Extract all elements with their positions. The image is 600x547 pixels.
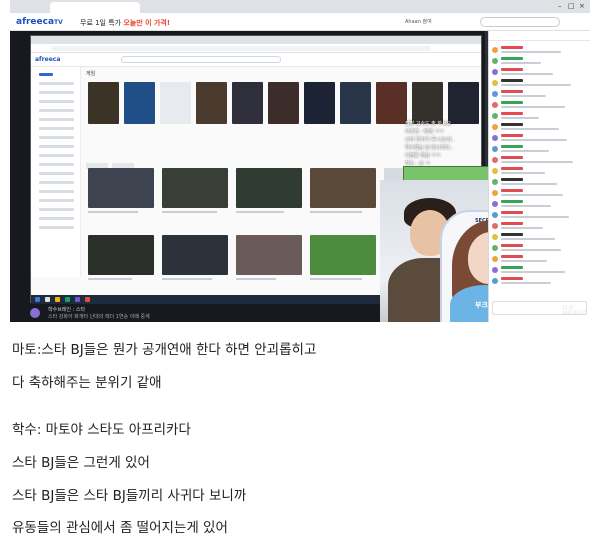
game-card [448,82,479,124]
video-thumb [162,168,228,208]
video-thumb [236,235,302,275]
thumb-caption [162,278,212,280]
chat-message [492,78,587,89]
header-user-link[interactable]: Ahaan 참여 [405,18,432,25]
caption-line: 유동들의 관심에서 좀 떨어지는게 있어 [12,520,228,536]
inner-sidebar [31,67,81,277]
overlay-chat-line: 학수형님 날 안나와다.. [405,145,453,151]
caption-line: 스타 BJ들은 그런게 있어 [12,455,150,471]
avatar[interactable] [30,308,40,318]
caption-line: 다 축하해주는 분위기 같애 [12,375,162,391]
overlay-chat: 잡할 교수도 출 하세요 이주진 : 뭐래 ㅋㅋ 스타 라이가 꼭 나오셔.. … [405,120,485,168]
overlay-chat-line: 스타 라이가 꼭 나오셔.. [405,137,455,143]
chat-message [492,188,587,199]
chat-message [492,122,587,133]
chat-message [492,221,587,232]
chat-message [492,100,587,111]
site-header: afreecaTV 무료 1일 특가 오늘만 이 가격! Ahaan 참여 [10,13,590,31]
chat-message [492,265,587,276]
video-thumb [310,235,376,275]
game-card [160,82,191,124]
channel-name[interactable]: 학수브레인 : 스타 [48,306,85,313]
category-title: 게임 [86,71,96,77]
broadcast-title: 스타 강화아 화개터 난대의 레더 1연승 이때 중계 [48,314,150,320]
promo-text: 무료 1일 특가 [80,19,124,27]
overlay-chat-line: 이영호 해설 ㅋㅋ [405,153,441,159]
chat-header [489,31,590,41]
chat-message [492,67,587,78]
clock-date: 2021-04-27 [562,310,586,315]
game-card [196,82,227,124]
video-thumb [88,168,154,208]
chat-message [492,166,587,177]
chat-panel [488,31,590,322]
video-thumb [88,235,154,275]
thumb-caption [88,211,138,213]
inner-address-bar [31,44,481,53]
chat-message [492,111,587,122]
sub-tabs [86,154,146,169]
video-thumb [236,168,302,208]
inner-tab-bar [31,36,481,44]
close-icon[interactable]: × [579,2,585,10]
caption-line: 스타 BJ들은 스타 BJ들끼리 사귀다 보니까 [12,488,247,504]
game-card [376,82,407,124]
inner-site-header: afreeca [31,53,481,67]
header-search-input[interactable] [480,17,560,27]
game-card [232,82,263,124]
chat-message [492,56,587,67]
game-card [304,82,335,124]
chat-message [492,276,587,287]
chat-message [492,89,587,100]
chat-message [492,254,587,265]
overlay-chat-line: 이주진 : 뭐래 ㅋㅋ [405,129,444,135]
afreeca-logo[interactable]: afreecaTV [16,17,63,27]
chat-message [492,155,587,166]
inner-logo: afreeca [35,56,61,63]
thumb-caption [310,211,362,213]
chat-message [492,45,587,56]
thumb-caption [310,278,362,280]
chat-message [492,199,587,210]
thumb-caption [236,211,284,213]
logo-sup: TV [54,19,63,26]
thumb-caption [236,278,276,280]
chat-message [492,210,587,221]
caption-line: 마토:스타 BJ들은 뭔가 공개연애 한다 하면 안괴롭히고 [12,342,317,358]
chat-message [492,177,587,188]
video-thumb [310,168,376,208]
thumb-caption [162,211,217,213]
thumb-caption [88,278,132,280]
maximize-icon[interactable]: □ [568,2,575,10]
chat-list[interactable] [492,45,587,287]
chat-message [492,133,587,144]
browser-tab-bar: – □ × [10,0,590,13]
stream-screenshot: – □ × afreecaTV 무료 1일 특가 오늘만 이 가격! Ahaan… [10,0,590,322]
logo-text: afreeca [16,17,55,27]
chat-message [492,243,587,254]
video-thumb [162,235,228,275]
system-clock: 12:16 2021-04-27 [562,305,585,315]
caption-line: 학수: 마토야 스타도 아프리카다 [12,422,191,438]
game-card [412,82,443,124]
game-card [124,82,155,124]
inner-search-input [121,56,281,63]
browser-tab[interactable] [50,2,140,13]
chat-message [492,144,587,155]
game-card [88,82,119,124]
promo-highlight: 오늘만 이 가격! [123,19,171,27]
chat-message [492,232,587,243]
game-card [268,82,299,124]
overlay-chat-line: 잡할 교수도 출 하세요 [405,121,452,127]
promo-banner[interactable]: 무료 1일 특가 오늘만 이 가격! [80,18,170,28]
minimize-icon[interactable]: – [558,2,562,10]
game-card [340,82,371,124]
